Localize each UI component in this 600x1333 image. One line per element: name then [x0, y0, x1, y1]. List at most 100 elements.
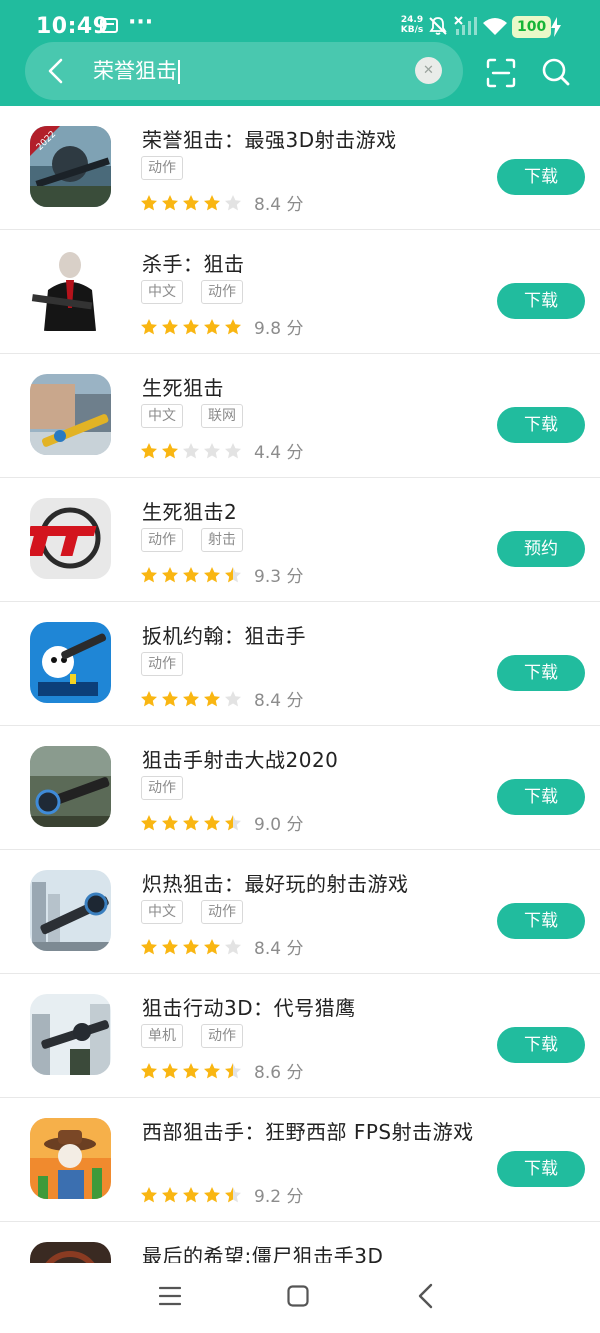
app-tag: 动作	[201, 280, 243, 304]
system-navigation-bar	[0, 1263, 600, 1333]
star-icon	[225, 938, 241, 954]
app-tags: 动作 射击	[141, 528, 243, 552]
star-icon	[162, 1186, 178, 1202]
city-sniper-icon[interactable]	[30, 870, 111, 951]
app-title[interactable]: 杀手：狙击	[142, 248, 245, 277]
app-tags: 动作	[141, 156, 183, 180]
back-arrow-icon[interactable]	[44, 57, 68, 85]
download-button[interactable]: 下载	[497, 655, 585, 691]
app-rating: 9.2 分	[140, 1182, 303, 1207]
rating-stars	[140, 442, 242, 460]
back-icon[interactable]	[416, 1283, 436, 1309]
rating-stars	[140, 1062, 242, 1080]
app-list-item[interactable]: 狙击行动3D：代号猎鹰 单机 动作 8.6 分 下载	[0, 974, 600, 1098]
app-tags: 动作	[141, 776, 183, 800]
app-tag: 中文	[141, 280, 183, 304]
rating-score: 9.8 分	[254, 319, 304, 339]
app-title[interactable]: 生死狙击	[142, 372, 224, 401]
app-title[interactable]: 炽热狙击：最好玩的射击游戏	[142, 868, 409, 897]
cartoon-sniper-icon[interactable]	[30, 622, 111, 703]
app-list-item[interactable]: 生死狙击2 动作 射击 9.3 分 预约	[0, 478, 600, 602]
star-icon	[225, 318, 241, 334]
status-time: 10:49	[36, 14, 109, 39]
star-icon	[183, 442, 199, 458]
scope-rifle-icon[interactable]	[30, 746, 111, 827]
app-title[interactable]: 荣誉狙击：最强3D射击游戏	[142, 124, 397, 153]
star-icon	[204, 1062, 220, 1078]
rating-score: 4.4 分	[254, 443, 304, 463]
app-title[interactable]: 狙击手射击大战2020	[142, 744, 338, 773]
app-tags: 中文 动作	[141, 280, 243, 304]
app-tag: 动作	[141, 652, 183, 676]
home-icon[interactable]	[287, 1285, 309, 1307]
star-icon	[183, 194, 199, 210]
app-rating: 8.4 分	[140, 190, 303, 215]
app-tag: 动作	[141, 776, 183, 800]
app-rating: 9.8 分	[140, 314, 303, 339]
search-icon[interactable]	[541, 57, 571, 87]
app-title[interactable]: 扳机约翰：狙击手	[142, 620, 306, 649]
search-box[interactable]	[25, 42, 463, 100]
reserve-button[interactable]: 预约	[497, 531, 585, 567]
app-title[interactable]: 西部狙击手：狂野西部 FPS射击游戏	[142, 1116, 474, 1145]
star-icon	[141, 690, 157, 706]
star-icon	[225, 814, 241, 830]
download-button[interactable]: 下载	[497, 159, 585, 195]
star-icon	[204, 938, 220, 954]
app-list-item[interactable]: 杀手：狙击 中文 动作 9.8 分 下载	[0, 230, 600, 354]
scan-icon[interactable]	[486, 58, 516, 88]
download-button[interactable]: 下载	[497, 1151, 585, 1187]
download-button[interactable]: 下载	[497, 1027, 585, 1063]
app-rating: 8.6 分	[140, 1058, 303, 1083]
rating-score: 9.2 分	[254, 1187, 304, 1207]
notification-app-icon	[100, 18, 118, 33]
app-rating: 8.4 分	[140, 934, 303, 959]
rooftop-sniper-icon[interactable]	[30, 994, 111, 1075]
wifi-icon	[483, 18, 507, 35]
rating-score: 8.6 分	[254, 1063, 304, 1083]
star-icon	[141, 938, 157, 954]
rating-stars	[140, 938, 242, 956]
menu-icon[interactable]	[159, 1285, 181, 1307]
rating-stars	[140, 194, 242, 212]
app-tag: 射击	[201, 528, 243, 552]
cowboy-icon[interactable]	[30, 1118, 111, 1199]
network-speed-unit: KB/s	[400, 25, 424, 35]
battery-indicator: 100	[512, 16, 552, 38]
download-button[interactable]: 下载	[497, 407, 585, 443]
gold-rifle-icon[interactable]	[30, 374, 111, 455]
app-tags: 中文 动作	[141, 900, 243, 924]
app-list-item[interactable]: 生死狙击 中文 联网 4.4 分 下载	[0, 354, 600, 478]
search-query: 荣誉狙击	[93, 59, 177, 83]
app-list-item[interactable]: 扳机约翰：狙击手 动作 8.4 分 下载	[0, 602, 600, 726]
download-button[interactable]: 下载	[497, 779, 585, 815]
star-icon	[204, 318, 220, 334]
mute-icon	[429, 17, 447, 35]
sniper-soldier-2022-icon[interactable]: 2022	[30, 126, 111, 207]
star-icon	[204, 1186, 220, 1202]
search-input[interactable]: 荣誉狙击	[93, 58, 180, 84]
star-icon	[162, 690, 178, 706]
app-title[interactable]: 生死狙击2	[142, 496, 237, 525]
app-rating: 4.4 分	[140, 438, 303, 463]
app-title[interactable]: 狙击行动3D：代号猎鹰	[142, 992, 356, 1021]
rating-score: 9.3 分	[254, 567, 304, 587]
text-cursor	[178, 60, 180, 84]
star-icon	[141, 814, 157, 830]
app-list-item[interactable]: 狙击手射击大战2020 动作 9.0 分 下载	[0, 726, 600, 850]
app-tag: 联网	[201, 404, 243, 428]
app-list-item[interactable]: 2022 荣誉狙击：最强3D射击游戏 动作 8.4 分 下载	[0, 106, 600, 230]
app-tag: 中文	[141, 404, 183, 428]
star-icon	[225, 690, 241, 706]
download-button[interactable]: 下载	[497, 903, 585, 939]
clear-search-button[interactable]: ✕	[415, 57, 442, 84]
hitman-agent-icon[interactable]	[30, 250, 111, 331]
download-button[interactable]: 下载	[497, 283, 585, 319]
sc-logo-icon[interactable]	[30, 498, 111, 579]
star-icon	[225, 566, 241, 582]
app-list-item[interactable]: 炽热狙击：最好玩的射击游戏 中文 动作 8.4 分 下载	[0, 850, 600, 974]
star-icon	[141, 1062, 157, 1078]
app-list-item[interactable]: 西部狙击手：狂野西部 FPS射击游戏 9.2 分 下载	[0, 1098, 600, 1222]
star-icon	[204, 814, 220, 830]
rating-score: 8.4 分	[254, 939, 304, 959]
